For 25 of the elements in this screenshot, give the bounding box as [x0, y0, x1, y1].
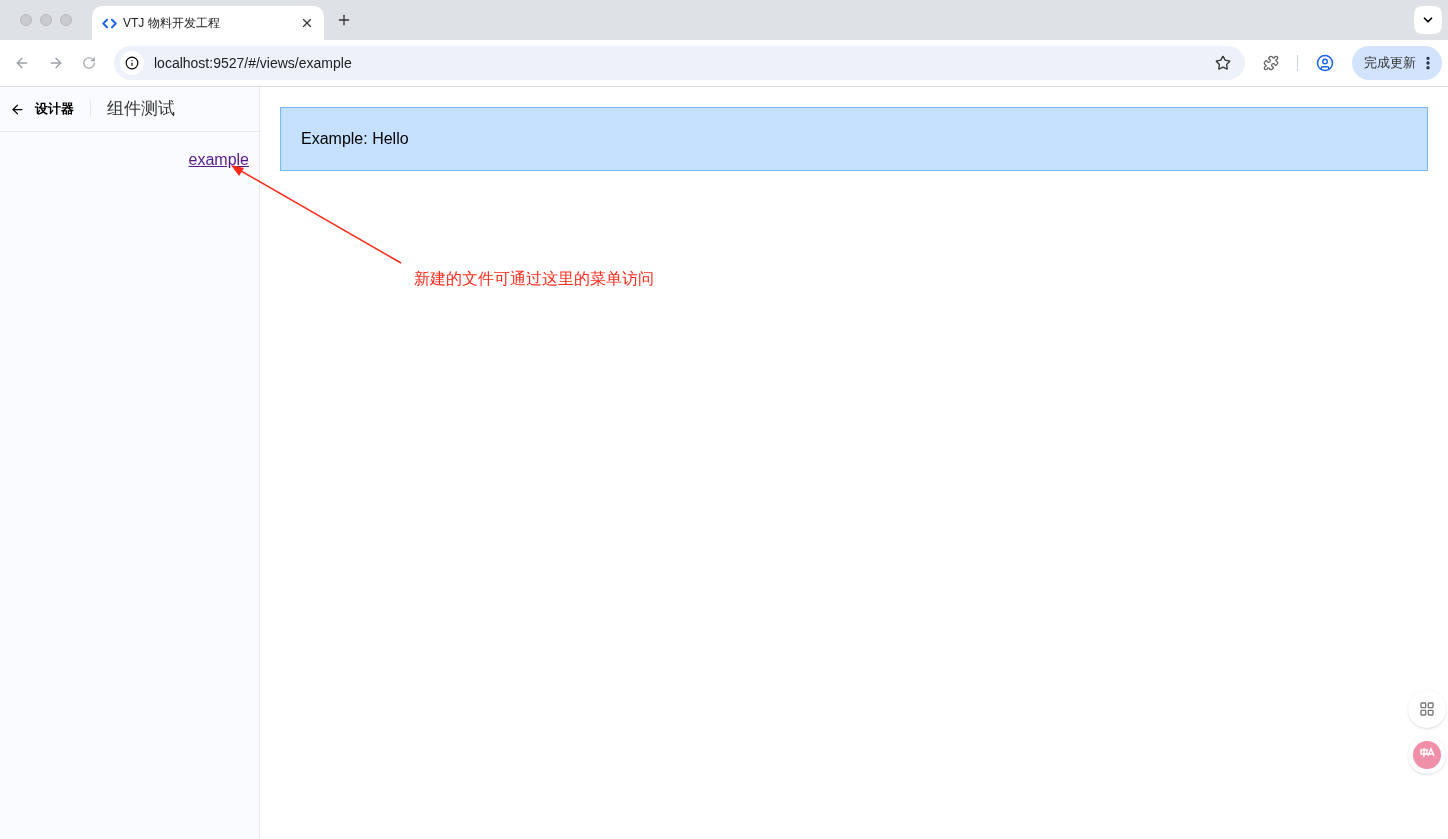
new-tab-icon[interactable] — [336, 12, 352, 28]
example-text: Example: Hello — [301, 129, 409, 149]
reload-icon[interactable] — [82, 56, 96, 70]
back-icon — [10, 101, 25, 117]
translate-icon — [1413, 741, 1441, 769]
profile-icon[interactable] — [1316, 54, 1334, 72]
translate-button[interactable] — [1408, 736, 1446, 774]
url-text: localhost:9527/#/views/example — [154, 53, 353, 73]
puzzle-icon[interactable] — [1263, 55, 1279, 71]
grid-icon — [1419, 701, 1435, 717]
annotation-text: 新建的文件可通过这里的菜单访问 — [414, 269, 654, 289]
address-bar[interactable]: localhost:9527/#/views/example — [114, 46, 1245, 80]
menu-link[interactable]: example — [188, 148, 249, 172]
tab-title: VTJ 物料开发工程 — [123, 15, 221, 32]
browser-tab[interactable]: VTJ 物料开发工程 — [92, 6, 324, 40]
back-button[interactable]: 设计器 — [10, 99, 74, 119]
back-icon[interactable] — [14, 55, 30, 71]
page-title: 组件测试 — [107, 98, 175, 121]
close-icon[interactable] — [300, 16, 314, 30]
tab-search-button[interactable] — [1414, 6, 1442, 34]
info-icon[interactable] — [125, 56, 139, 70]
apps-button[interactable] — [1408, 690, 1446, 728]
update-button[interactable]: 完成更新 — [1352, 46, 1442, 80]
star-icon[interactable] — [1215, 55, 1231, 71]
forward-icon[interactable] — [48, 55, 64, 71]
